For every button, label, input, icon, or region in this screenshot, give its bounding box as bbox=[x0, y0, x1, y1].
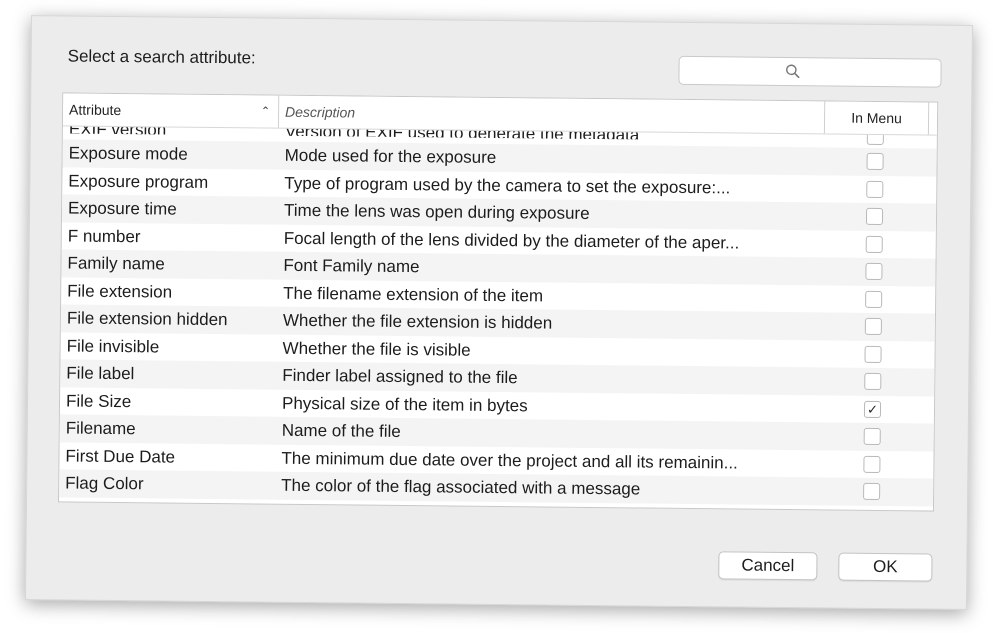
in-menu-checkbox[interactable] bbox=[866, 180, 884, 198]
in-menu-checkbox[interactable] bbox=[865, 235, 883, 253]
column-header-attribute-label: Attribute bbox=[69, 101, 122, 119]
column-header-in-menu-label: In Menu bbox=[851, 109, 902, 127]
description-cell: The color of the flag associated with a … bbox=[281, 475, 641, 499]
attribute-cell: Exposure mode bbox=[68, 143, 188, 164]
in-menu-checkbox[interactable] bbox=[864, 317, 882, 336]
column-header-description-label: Description bbox=[285, 103, 356, 121]
column-header-description[interactable]: Description bbox=[278, 95, 826, 134]
attribute-cell: Exposure time bbox=[67, 198, 177, 219]
attribute-cell: Family name bbox=[67, 253, 165, 274]
attribute-cell: Filename bbox=[65, 418, 136, 439]
attribute-cell: First Due Date bbox=[65, 445, 176, 467]
in-menu-checkbox[interactable] bbox=[863, 427, 881, 446]
attribute-cell: Exposure program bbox=[68, 170, 209, 192]
ok-button[interactable]: OK bbox=[838, 552, 933, 582]
in-menu-checkbox[interactable] bbox=[863, 482, 881, 501]
attribute-cell: Flag Color bbox=[65, 473, 144, 494]
table-body: EXIF version Version of EXIF used to gene… bbox=[59, 125, 937, 507]
attribute-cell: File invisible bbox=[66, 335, 160, 356]
in-menu-checkbox[interactable] bbox=[864, 372, 882, 391]
in-menu-checkbox[interactable] bbox=[864, 345, 882, 363]
search-field[interactable] bbox=[678, 55, 942, 88]
attribute-cell: File extension bbox=[67, 280, 173, 302]
in-menu-checkbox[interactable] bbox=[865, 262, 883, 281]
search-attribute-dialog: Select a search attribute: Attribute ⌃ D… bbox=[24, 15, 974, 610]
attribute-cell: File Size bbox=[65, 390, 132, 411]
sort-ascending-icon: ⌃ bbox=[260, 105, 271, 118]
in-menu-checkbox[interactable]: ✓ bbox=[863, 400, 882, 418]
dialog-prompt: Select a search attribute: bbox=[67, 46, 256, 68]
in-menu-checkbox[interactable] bbox=[865, 290, 883, 308]
column-header-attribute[interactable]: Attribute ⌃ bbox=[62, 93, 280, 128]
checkmark-icon: ✓ bbox=[866, 401, 879, 417]
in-menu-checkbox[interactable] bbox=[866, 152, 884, 171]
attribute-cell: File extension hidden bbox=[66, 308, 228, 330]
attribute-cell: File label bbox=[66, 363, 135, 384]
attributes-table[interactable]: Attribute ⌃ Description In Menu EXIF ver… bbox=[57, 92, 939, 512]
cancel-button[interactable]: Cancel bbox=[718, 551, 818, 581]
attribute-cell: F number bbox=[67, 225, 141, 246]
in-menu-checkbox[interactable] bbox=[865, 207, 884, 226]
in-menu-checkbox[interactable] bbox=[863, 455, 881, 473]
search-input[interactable] bbox=[679, 56, 941, 87]
column-header-in-menu[interactable]: In Menu bbox=[824, 101, 930, 135]
